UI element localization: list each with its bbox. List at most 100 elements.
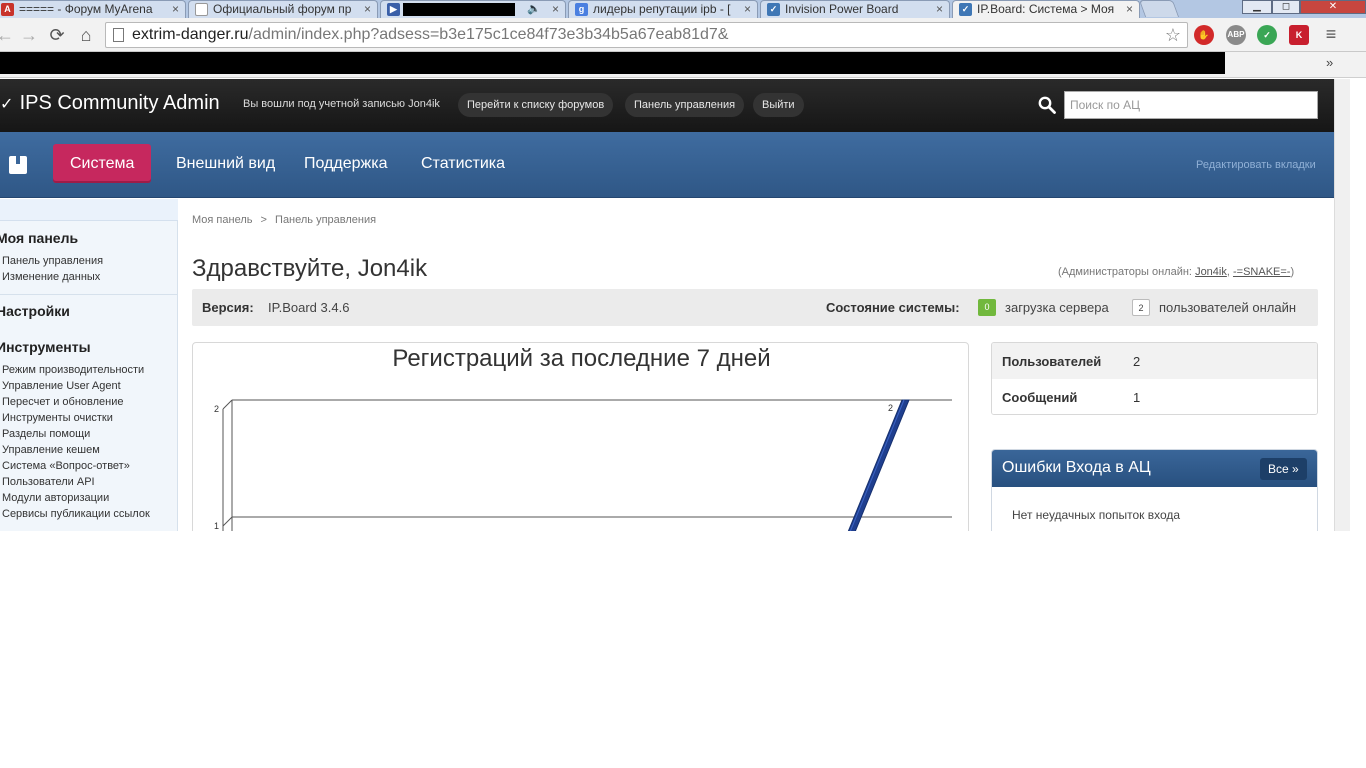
sidebar-item-edit-details[interactable]: Изменение данных <box>2 271 100 283</box>
browser-tab[interactable]: ✓ Invision Power Board × <box>760 0 950 18</box>
sidebar-item-control-panel[interactable]: Панель управления <box>2 255 103 267</box>
bookmarks-more-icon[interactable]: » <box>1326 55 1333 70</box>
menu-icon[interactable]: ≡ <box>1322 25 1340 43</box>
close-icon[interactable]: × <box>1126 1 1133 17</box>
blank-area <box>0 531 1366 768</box>
forward-icon[interactable]: → <box>18 24 40 46</box>
tab-title: Официальный форум пр <box>213 2 352 16</box>
logout-button[interactable]: Выйти <box>753 93 804 117</box>
tab-support[interactable]: Поддержка <box>304 144 387 183</box>
admin-user-link[interactable]: -=SNAKE=- <box>1233 266 1290 278</box>
registrations-chart-panel: 2 1 2 Регистраций за последние 7 дней <box>192 342 969 531</box>
close-icon[interactable]: × <box>936 1 943 17</box>
system-status-label: Состояние системы: <box>826 300 960 315</box>
new-tab-button[interactable] <box>1138 0 1180 17</box>
edit-tabs-link[interactable]: Редактировать вкладки <box>1196 159 1316 171</box>
sidebar-item[interactable]: Модули авторизации <box>2 492 109 504</box>
kaspersky-icon[interactable]: K <box>1289 25 1309 45</box>
sidebar-item[interactable]: Режим производительности <box>2 364 144 376</box>
url-path: /admin/index.php?adsess=b3e175c1ce84f73e… <box>248 26 729 43</box>
logged-in-text: Вы вошли под учетной записью Jon4ik <box>243 98 440 110</box>
browser-tab-strip: A ===== - Форум MyArena × Официальный фо… <box>0 0 1366 18</box>
sidebar-item[interactable]: Управление кешем <box>2 444 100 456</box>
sidebar-item[interactable]: Инструменты очистки <box>2 412 113 424</box>
sidebar-item[interactable]: Пересчет и обновление <box>2 396 124 408</box>
sidebar-item[interactable]: Система «Вопрос-ответ» <box>2 460 130 472</box>
browser-toolbar: ← → ⟳ ⌂ extrim-danger.ru/admin/index.php… <box>0 18 1366 52</box>
view-all-button[interactable]: Все » <box>1260 458 1307 480</box>
abp-icon[interactable]: ABP <box>1226 25 1246 45</box>
myarena-icon: A <box>1 3 14 16</box>
login-errors-panel: Ошибки Входа в АЦ Все » Нет неудачных по… <box>991 449 1318 531</box>
admins-online-suffix: ) <box>1290 266 1295 278</box>
home-icon[interactable]: ⌂ <box>75 24 97 46</box>
admins-online: (Администраторы онлайн: Jon4ik, -=SNAKE=… <box>1058 266 1294 278</box>
minimize-icon[interactable]: ▁ <box>1242 0 1272 14</box>
back-icon[interactable]: ← <box>0 24 16 46</box>
bookmark-star-icon[interactable]: ☆ <box>1165 23 1181 47</box>
chart-gridline-depth <box>222 516 233 527</box>
server-load-label: загрузка сервера <box>1005 300 1109 315</box>
stat-row: Пользователей 2 <box>992 343 1317 379</box>
version-value: IP.Board 3.4.6 <box>268 300 350 315</box>
close-icon[interactable]: × <box>552 1 559 17</box>
reload-icon[interactable]: ⟳ <box>46 24 68 46</box>
sidebar-item[interactable]: Сервисы публикации ссылок <box>2 508 150 520</box>
chart-tick-label: 2 <box>214 404 219 414</box>
breadcrumb-link-dashboard[interactable]: Моя панель <box>192 214 252 226</box>
version-bar: Версия: IP.Board 3.4.6 Состояние системы… <box>192 289 1318 326</box>
breadcrumb-current: Панель управления <box>275 214 377 226</box>
control-panel-button[interactable]: Панель управления <box>625 93 745 117</box>
breadcrumb-separator: > <box>260 214 267 226</box>
sidebar-item[interactable]: Пользователи API <box>2 476 95 488</box>
page-icon <box>113 28 124 42</box>
browser-tab[interactable]: g лидеры репутации ipb - [ × <box>568 0 758 18</box>
redacted-block <box>403 3 515 16</box>
url-domain: extrim-danger.ru <box>132 26 249 43</box>
bookmark-icon[interactable] <box>9 156 27 174</box>
address-bar[interactable]: extrim-danger.ru/admin/index.php?adsess=… <box>105 22 1188 48</box>
window-controls: ▁ ◻ ✕ <box>1242 0 1366 14</box>
browser-tab[interactable]: ▶ 🔈 × <box>380 0 566 18</box>
tab-appearance[interactable]: Внешний вид <box>176 144 275 183</box>
stat-value: 2 <box>1133 354 1141 369</box>
close-icon[interactable]: × <box>172 1 179 17</box>
close-icon[interactable]: × <box>364 1 371 17</box>
chart-title: Регистраций за последние 7 дней <box>392 345 771 372</box>
close-icon[interactable]: × <box>744 1 751 17</box>
sidebar-heading-dashboard: Моя панель <box>0 230 79 246</box>
ipb-logo-icon: ✓ <box>0 96 14 113</box>
tab-statistics[interactable]: Статистика <box>421 144 505 183</box>
shield-check-icon[interactable]: ✓ <box>1257 25 1277 45</box>
login-errors-header: Ошибки Входа в АЦ Все » <box>992 450 1317 487</box>
sidebar-heading-tools: Инструменты <box>0 339 91 355</box>
admin-user-link[interactable]: Jon4ik <box>1195 266 1227 278</box>
tab-title: ===== - Форум MyArena <box>19 2 153 16</box>
go-to-forums-button[interactable]: Перейти к списку форумов <box>458 93 614 117</box>
browser-tab[interactable]: Официальный форум пр × <box>188 0 378 18</box>
sidebar-item[interactable]: Управление User Agent <box>2 380 121 392</box>
stat-value: 1 <box>1133 390 1141 405</box>
window-close-icon[interactable]: ✕ <box>1300 0 1366 14</box>
version-label: Версия: <box>202 300 254 315</box>
stat-label: Пользователей <box>1002 354 1102 369</box>
ipb-icon: ✓ <box>959 3 972 16</box>
browser-tab-active[interactable]: ✓ IP.Board: Система > Моя × <box>952 0 1140 18</box>
stats-panel: Пользователей 2 Сообщений 1 <box>991 342 1318 415</box>
logo[interactable]: ✓ IPS Community Admin <box>0 92 220 115</box>
ipb-icon: ✓ <box>767 3 780 16</box>
stat-label: Сообщений <box>1002 390 1078 405</box>
bookmarks-bar: » <box>0 52 1366 78</box>
sidebar-top <box>0 199 178 221</box>
page-scrollbar[interactable] <box>1334 79 1350 531</box>
sidebar-item[interactable]: Разделы помощи <box>2 428 90 440</box>
acp-search-input[interactable] <box>1064 91 1318 119</box>
adblock-icon[interactable]: ✋ <box>1194 25 1214 45</box>
logo-text: IPS Community Admin <box>19 92 220 114</box>
browser-tab[interactable]: A ===== - Форум MyArena × <box>0 0 186 18</box>
tab-title: лидеры репутации ipb - [ <box>593 2 731 16</box>
maximize-icon[interactable]: ◻ <box>1272 0 1300 14</box>
sidebar-heading-settings[interactable]: Настройки <box>0 303 70 319</box>
tab-system[interactable]: Система <box>53 144 152 183</box>
search-icon[interactable] <box>1038 96 1056 114</box>
